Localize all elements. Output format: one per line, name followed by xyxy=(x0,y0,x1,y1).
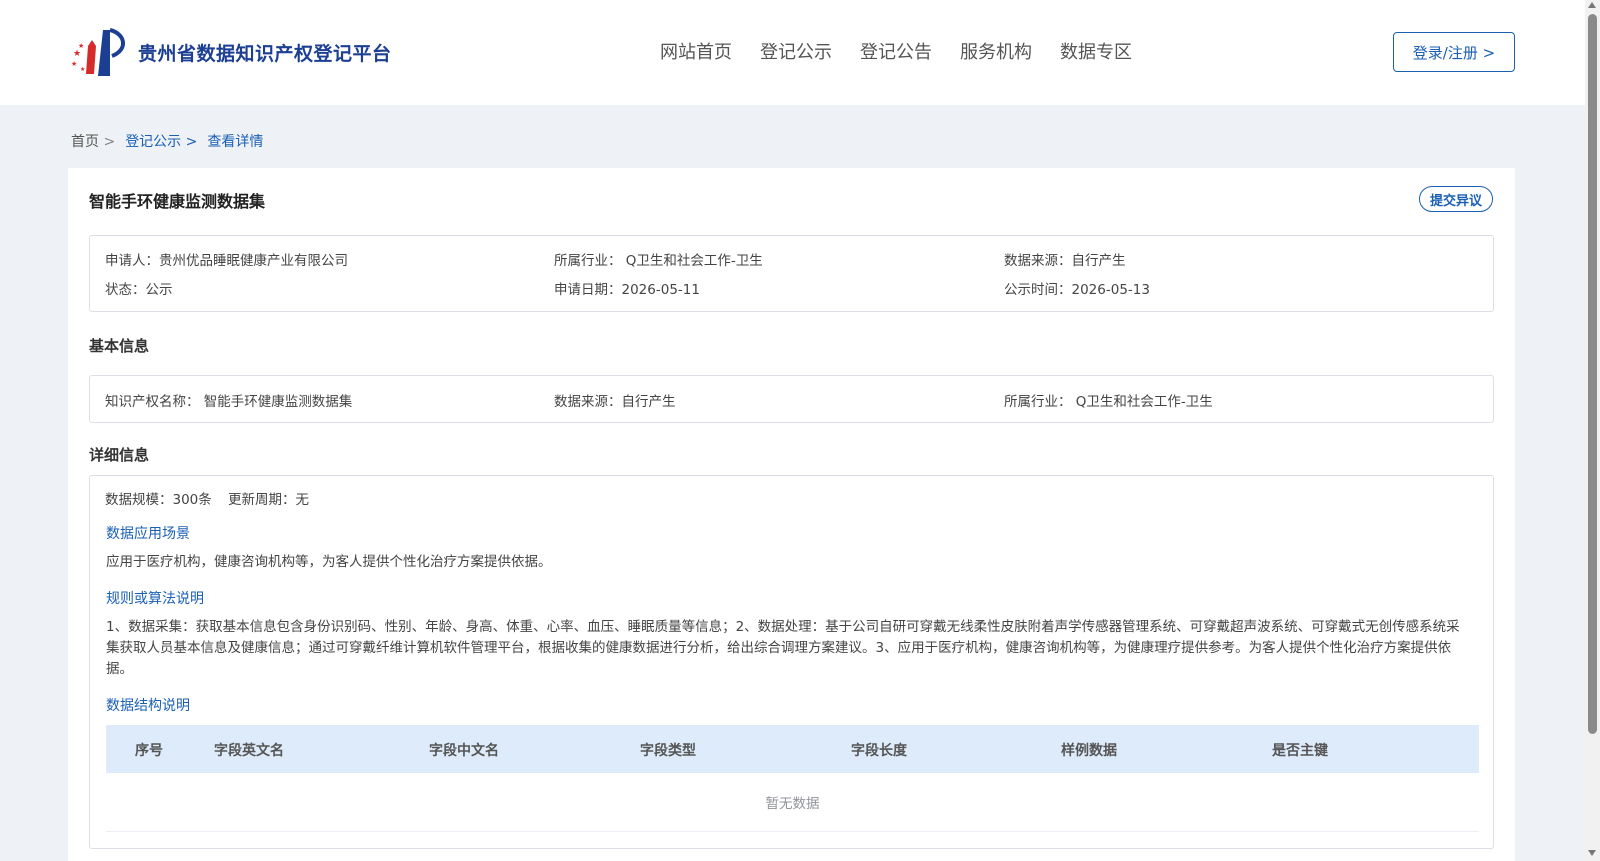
algorithm-heading: 规则或算法说明 xyxy=(106,591,204,607)
col-primary-key: 是否主键 xyxy=(1272,743,1328,759)
svg-text:★: ★ xyxy=(78,42,84,50)
nav-service-agencies[interactable]: 服务机构 xyxy=(960,38,1032,64)
scenario-heading: 数据应用场景 xyxy=(106,526,190,542)
col-sample: 样例数据 xyxy=(1061,743,1117,759)
industry-field: 所属行业： Q卫生和社会工作-卫生 xyxy=(554,253,763,269)
detail-info-heading: 详细信息 xyxy=(89,446,150,464)
update-cycle-field: 更新周期：无 xyxy=(228,492,309,508)
basic-info-box: 知识产权名称： 智能手环健康监测数据集 数据来源：自行产生 所属行业： Q卫生和… xyxy=(89,375,1494,423)
col-field-length: 字段长度 xyxy=(851,743,907,759)
col-field-en: 字段英文名 xyxy=(214,743,284,759)
basic-industry-field: 所属行业： Q卫生和社会工作-卫生 xyxy=(1004,394,1213,410)
col-field-cn: 字段中文名 xyxy=(429,743,499,759)
breadcrumb-home[interactable]: 首页 > xyxy=(71,131,115,151)
apply-date-field: 申请日期：2026-05-11 xyxy=(554,282,700,298)
svg-text:★: ★ xyxy=(71,60,77,68)
col-index: 序号 xyxy=(135,743,163,759)
basic-source-field: 数据来源：自行产生 xyxy=(554,394,676,410)
scenario-text: 应用于医疗机构，健康咨询机构等，为客人提供个性化治疗方案提供依据。 xyxy=(106,554,552,570)
page: ★ ★ ★ ★ 贵州省数据知识产权登记平台 网站首页 登记公示 登记公告 服务机… xyxy=(0,0,1585,861)
table-header: 序号 字段英文名 字段中文名 字段类型 字段长度 样例数据 是否主键 xyxy=(106,725,1479,773)
summary-box: 申请人：贵州优品睡眠健康产业有限公司 所属行业： Q卫生和社会工作-卫生 数据来… xyxy=(89,235,1494,312)
table-empty-text: 暂无数据 xyxy=(106,773,1479,832)
nav-data-zone[interactable]: 数据专区 xyxy=(1060,38,1132,64)
scrollbar-thumb[interactable] xyxy=(1588,14,1597,734)
detail-info-box: 数据规模：300条 更新周期：无 数据应用场景 应用于医疗机构，健康咨询机构等，… xyxy=(89,475,1494,849)
source-field: 数据来源：自行产生 xyxy=(1004,253,1126,269)
detail-card: 智能手环健康监测数据集 提交异议 申请人：贵州优品睡眠健康产业有限公司 所属行业… xyxy=(68,168,1515,861)
nav-registration-announcement[interactable]: 登记公告 xyxy=(860,38,932,64)
svg-text:★: ★ xyxy=(73,49,81,59)
site-logo[interactable]: ★ ★ ★ ★ 贵州省数据知识产权登记平台 xyxy=(70,26,392,78)
structure-heading: 数据结构说明 xyxy=(106,698,190,714)
site-name: 贵州省数据知识产权登记平台 xyxy=(138,42,392,65)
page-title: 智能手环健康监测数据集 xyxy=(89,192,266,211)
submit-objection-button[interactable]: 提交异议 xyxy=(1419,186,1493,212)
algorithm-text: 1、数据采集：获取基本信息包含身份识别码、性别、年龄、身高、体重、心率、血压、睡… xyxy=(106,619,1460,677)
nav-home[interactable]: 网站首页 xyxy=(660,38,732,64)
applicant-field: 申请人：贵州优品睡眠健康产业有限公司 xyxy=(105,253,348,269)
data-structure-table: 序号 字段英文名 字段中文名 字段类型 字段长度 样例数据 是否主键 暂无数据 xyxy=(106,725,1479,832)
breadcrumb-current[interactable]: 查看详情 xyxy=(207,131,263,151)
publish-date-field: 公示时间：2026-05-13 xyxy=(1004,282,1150,298)
logo-emblem-icon: ★ ★ ★ ★ xyxy=(71,28,125,76)
scroll-down-arrow-icon[interactable] xyxy=(1588,850,1596,856)
breadcrumb-publicity[interactable]: 登记公示 > xyxy=(125,131,197,151)
main-nav: 网站首页 登记公示 登记公告 服务机构 数据专区 xyxy=(660,38,1160,64)
nav-registration-publicity[interactable]: 登记公示 xyxy=(760,38,832,64)
data-scale-field: 数据规模：300条 xyxy=(105,492,212,508)
svg-text:★: ★ xyxy=(80,66,85,73)
ip-name-field: 知识产权名称： 智能手环健康监测数据集 xyxy=(105,394,353,410)
basic-info-heading: 基本信息 xyxy=(89,337,150,355)
login-register-button[interactable]: 登录/注册 > xyxy=(1393,32,1515,72)
status-field: 状态：公示 xyxy=(105,282,173,298)
site-header: ★ ★ ★ ★ 贵州省数据知识产权登记平台 网站首页 登记公示 登记公告 服务机… xyxy=(0,0,1585,105)
page-scrollbar[interactable] xyxy=(1585,0,1600,861)
breadcrumb: 首页 > 登记公示 > 查看详情 xyxy=(71,131,273,151)
col-field-type: 字段类型 xyxy=(640,743,696,759)
scroll-up-arrow-icon[interactable] xyxy=(1588,2,1596,8)
